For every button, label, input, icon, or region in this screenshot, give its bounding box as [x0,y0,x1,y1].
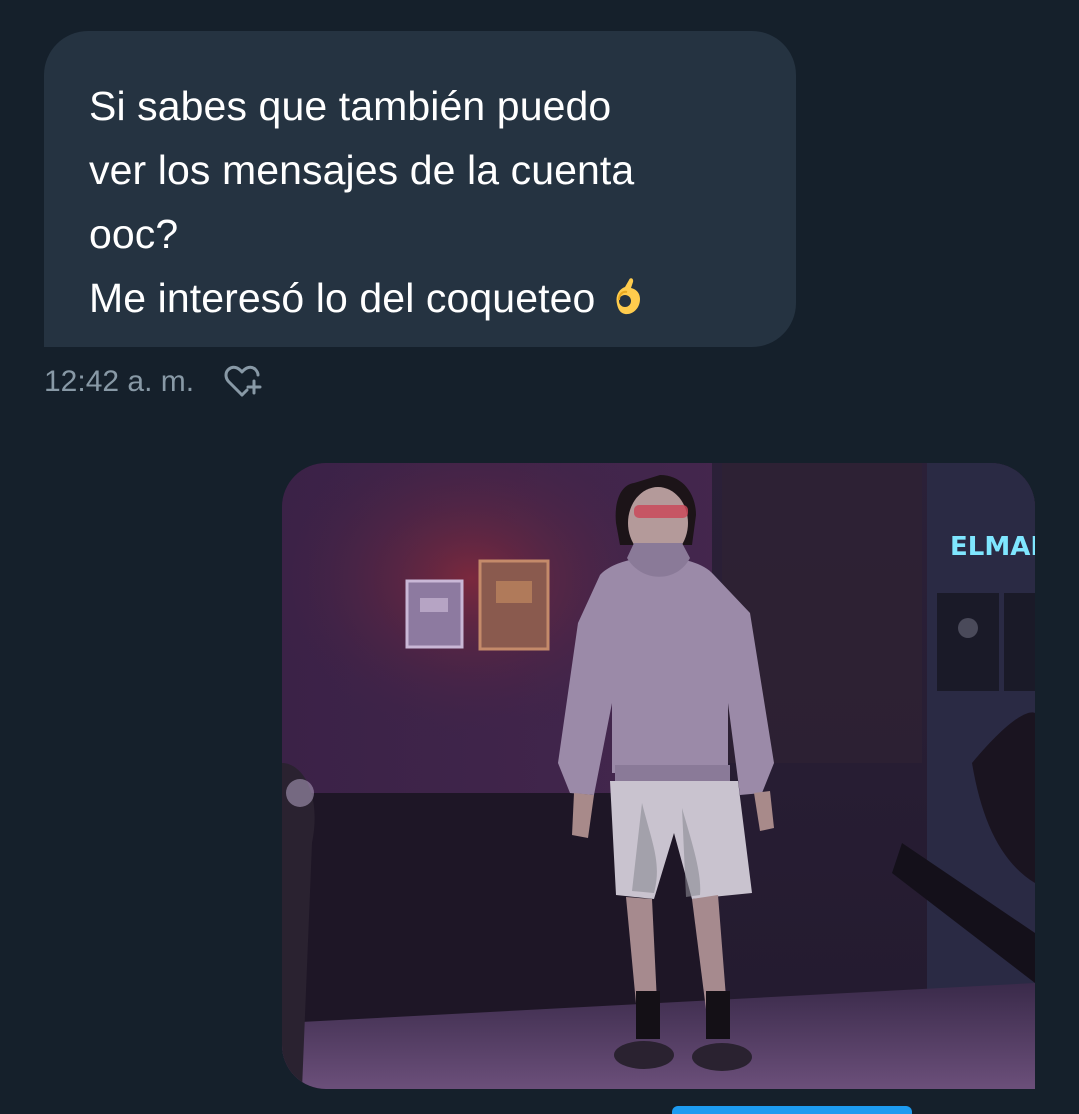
neon-sign-text: ELMARI [950,532,1035,562]
message-line: ooc? [89,211,179,257]
message-meta: 12:42 a. m. [44,360,264,404]
message-line: Me interesó lo del coqueteo [89,275,596,321]
received-message-bubble[interactable]: Si sabes que también puedo ver los mensa… [44,31,796,347]
photo-room-scene: ELMARI [282,463,1035,1089]
message-line: Si sabes que también puedo [89,83,612,129]
sent-photo[interactable]: ELMARI [282,463,1035,1089]
next-message-peek [672,1106,912,1114]
heart-plus-icon [224,365,262,397]
message-timestamp: 12:42 a. m. [44,365,195,398]
ok-hand-emoji-icon [616,278,641,315]
dm-conversation: Si sabes que también puedo ver los mensa… [0,0,1079,1114]
react-button[interactable] [220,360,264,404]
message-line: ver los mensajes de la cuenta [89,147,635,193]
message-line-with-emoji: Me interesó lo del coqueteo [89,266,756,330]
